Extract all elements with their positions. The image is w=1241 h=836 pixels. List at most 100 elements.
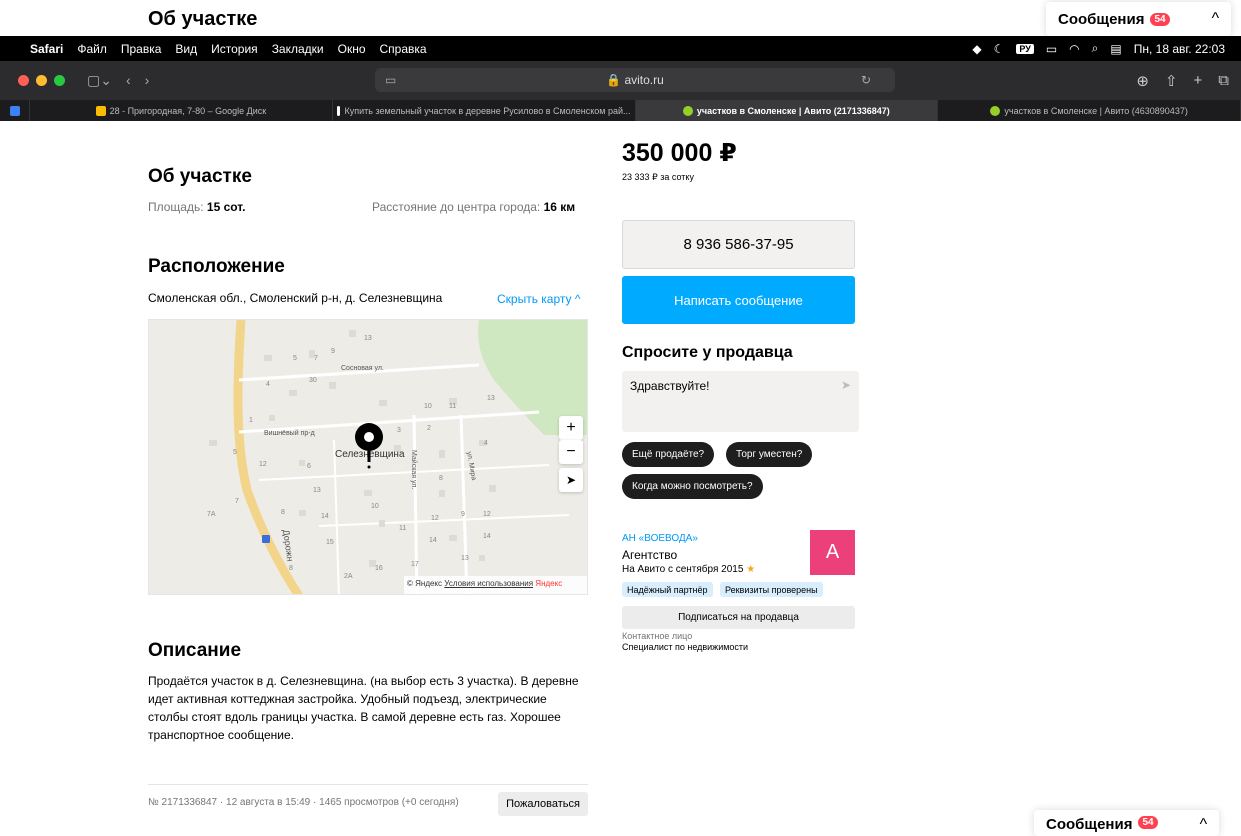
- menu-history[interactable]: История: [211, 42, 258, 56]
- ask-seller-input[interactable]: Здравствуйте! ➤: [622, 371, 859, 432]
- new-tab-icon[interactable]: +: [1194, 72, 1203, 90]
- distance-label: Расстояние до центра города:: [372, 200, 541, 214]
- tab-label: участков в Смоленске | Авито (4630890437…: [1004, 105, 1188, 116]
- chevron-up-icon[interactable]: ^: [1200, 816, 1208, 834]
- svg-text:14: 14: [429, 537, 437, 544]
- svg-text:ул. Мира: ул. Мира: [465, 451, 477, 481]
- yandex-map[interactable]: 13 9 5 7 30 4 10 11 13 1 2 3 4 5 12 6 8 …: [148, 319, 588, 595]
- location-pin-icon[interactable]: [355, 423, 383, 469]
- forward-arrow-icon[interactable]: ›: [145, 72, 150, 89]
- tab-pinned[interactable]: [0, 100, 30, 121]
- distance-row: Расстояние до центра города: 16 км: [372, 200, 575, 214]
- area-value: 15 сот.: [206, 200, 246, 214]
- svg-text:15: 15: [326, 539, 334, 546]
- subscribe-button[interactable]: Подписаться на продавца: [622, 606, 855, 629]
- status-app-icon[interactable]: ◆: [972, 42, 981, 56]
- complain-button[interactable]: Пожаловаться: [498, 792, 588, 816]
- address-bar[interactable]: ▭ 🔒 avito.ru ↻: [375, 68, 895, 92]
- input-source-indicator[interactable]: РУ: [1016, 43, 1034, 54]
- send-arrow-icon[interactable]: ➤: [841, 378, 851, 392]
- zoom-window-button[interactable]: [54, 75, 65, 86]
- moon-icon[interactable]: ☾: [994, 42, 1005, 56]
- google-drive-icon: [95, 105, 106, 116]
- tab-avito-active[interactable]: участков в Смоленске | Авито (2171336847…: [635, 100, 939, 121]
- chevron-up-icon[interactable]: ^: [1212, 10, 1220, 28]
- description-title: Описание: [148, 640, 242, 661]
- sidebar-toggle-icon[interactable]: ▢⌄: [87, 72, 112, 89]
- quick-question-chip[interactable]: Торг уместен?: [726, 442, 813, 467]
- seller-since-text: На Авито с сентября 2015: [622, 564, 744, 575]
- tab-avito-second[interactable]: участков в Смоленске | Авито (4630890437…: [938, 100, 1241, 121]
- divider: [148, 784, 588, 785]
- svg-text:17: 17: [411, 561, 419, 568]
- site-favicon: [336, 105, 341, 116]
- svg-text:5: 5: [233, 449, 237, 456]
- messages-count-badge: 54: [1138, 816, 1158, 829]
- sticky-page-title: Об участке: [148, 8, 258, 30]
- page-settings-icon[interactable]: ▭: [385, 73, 396, 87]
- svg-text:8: 8: [439, 475, 443, 482]
- menu-help[interactable]: Справка: [380, 42, 427, 56]
- svg-text:Майская ул.: Майская ул.: [410, 450, 418, 489]
- menubar-clock[interactable]: Пн, 18 авг. 22:03: [1134, 42, 1225, 56]
- battery-icon[interactable]: ▭: [1046, 42, 1057, 56]
- seller-name-link[interactable]: АН «ВОЕВОДА»: [622, 533, 698, 544]
- quick-question-chip[interactable]: Ещё продаёте?: [622, 442, 715, 467]
- menu-window[interactable]: Окно: [338, 42, 366, 56]
- zoom-in-button[interactable]: +: [559, 416, 583, 440]
- avito-favicon: [990, 105, 1001, 116]
- downloads-icon[interactable]: ⊕: [1136, 72, 1149, 90]
- menu-app-safari[interactable]: Safari: [30, 42, 63, 56]
- menu-edit[interactable]: Правка: [121, 42, 162, 56]
- spotlight-search-icon[interactable]: ⌕: [1092, 41, 1099, 56]
- phone-button[interactable]: 8 936 586-37-95: [622, 220, 855, 269]
- hide-map-link[interactable]: Скрыть карту ^: [497, 292, 581, 306]
- messages-label: Сообщения: [1046, 816, 1133, 833]
- map-terms-link[interactable]: Условия использования: [444, 579, 533, 588]
- menu-file[interactable]: Файл: [77, 42, 107, 56]
- zoom-out-button[interactable]: −: [559, 440, 583, 464]
- price-per-sotka: 23 333 ₽ за сотку: [622, 172, 694, 182]
- svg-text:5: 5: [293, 355, 297, 362]
- lock-icon: 🔒: [606, 73, 625, 87]
- yandex-logo[interactable]: Яндекс: [535, 579, 562, 588]
- street-line: [333, 439, 340, 594]
- avatar[interactable]: A: [810, 530, 855, 575]
- svg-text:4: 4: [266, 381, 270, 388]
- messages-widget-bottom[interactable]: Сообщения 54 ^: [1034, 810, 1220, 836]
- map-canvas[interactable]: 13 9 5 7 30 4 10 11 13 1 2 3 4 5 12 6 8 …: [149, 320, 588, 595]
- write-message-button[interactable]: Написать сообщение: [622, 276, 855, 324]
- svg-text:11: 11: [449, 403, 456, 410]
- medal-icon: ★: [746, 564, 756, 575]
- chevron-up-icon: ^: [574, 292, 581, 306]
- menu-bookmarks[interactable]: Закладки: [272, 42, 324, 56]
- svg-text:1: 1: [249, 417, 253, 424]
- minimize-window-button[interactable]: [36, 75, 47, 86]
- close-window-button[interactable]: [18, 75, 29, 86]
- area-row: Площадь: 15 сот.: [148, 200, 245, 214]
- price: 350 000 ₽: [622, 139, 737, 167]
- wifi-icon[interactable]: ◠: [1069, 42, 1079, 56]
- svg-text:Дорожн: Дорожн: [281, 529, 295, 562]
- seller-since: На Авито с сентября 2015 ★: [622, 564, 755, 575]
- quick-question-chip[interactable]: Когда можно посмотреть?: [622, 474, 763, 499]
- hide-map-label: Скрыть карту: [497, 292, 572, 306]
- url-text: avito.ru: [624, 73, 664, 87]
- back-arrow-icon[interactable]: ‹: [126, 72, 131, 89]
- share-icon[interactable]: ⇧: [1165, 72, 1178, 90]
- street-line: [318, 514, 570, 527]
- svg-text:16: 16: [375, 565, 383, 572]
- reload-icon[interactable]: ↻: [861, 73, 871, 87]
- svg-text:13: 13: [364, 335, 372, 342]
- messages-widget[interactable]: Сообщения 54 ^: [1046, 2, 1232, 36]
- geolocation-arrow-icon[interactable]: ➤: [559, 468, 583, 492]
- tab-google-drive[interactable]: 28 - Пригородная, 7-80 – Google Диск: [30, 100, 333, 121]
- control-center-icon[interactable]: ▤: [1110, 42, 1121, 56]
- menu-view[interactable]: Вид: [175, 42, 197, 56]
- map-copyright: © Яндекс: [407, 579, 443, 588]
- tab-overview-icon[interactable]: ⧉: [1218, 72, 1229, 90]
- svg-text:13: 13: [313, 487, 321, 494]
- tab-label: участков в Смоленске | Авито (2171336847…: [696, 105, 890, 116]
- tab-land-rusilovo[interactable]: Купить земельный участок в деревне Русил…: [333, 100, 636, 121]
- listing-meta: № 2171336847 · 12 августа в 15:49 · 1465…: [148, 797, 459, 808]
